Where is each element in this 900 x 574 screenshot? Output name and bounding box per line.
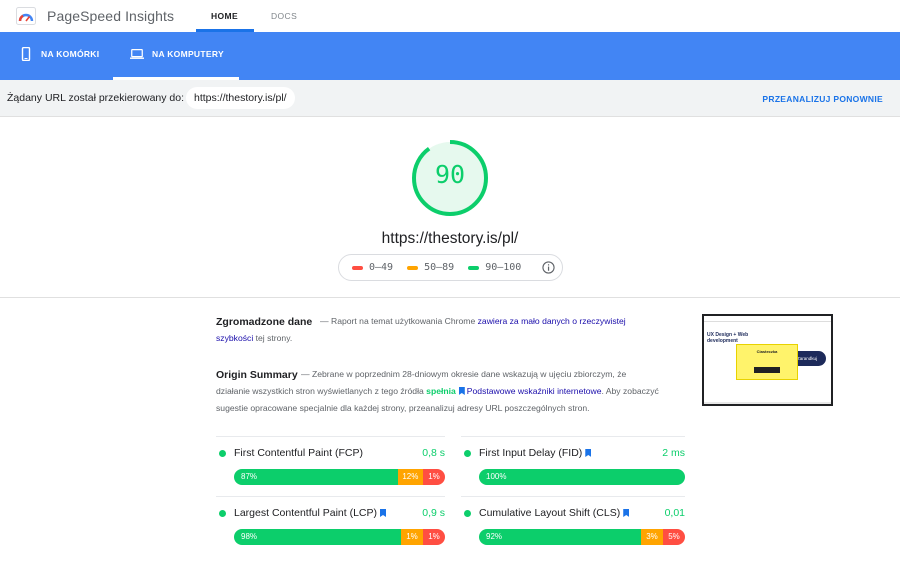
- legend-poor-swatch: [352, 265, 363, 270]
- thumb-navbar: [704, 316, 831, 322]
- origin-summary-text: — Zebrane w poprzednim 28-dniowym okresi…: [216, 366, 661, 417]
- good-status-dot: [464, 510, 471, 517]
- segment-good: 92%: [479, 529, 641, 545]
- legend-average-label: 50–89: [424, 262, 455, 273]
- page-screenshot-thumbnail: UX Design + Web development Zarandkuj Ci…: [702, 314, 833, 406]
- field-data-text: — Raport na temat użytkowania Chrome zaw…: [216, 313, 661, 347]
- origin-pass-status: spełnia: [426, 386, 456, 396]
- bookmark-flag-icon: [380, 509, 386, 517]
- top-bar: PageSpeed Insights HOME DOCS: [0, 0, 900, 32]
- tab-docs[interactable]: DOCS: [271, 11, 297, 21]
- tab-mobile-label: NA KOMÓRKI: [41, 49, 100, 59]
- metric-lcp: Largest Contentful Paint (LCP) 0,9 s 98%…: [216, 496, 445, 556]
- segment-average: 12%: [397, 469, 423, 485]
- tab-home[interactable]: HOME: [211, 11, 238, 21]
- analyzed-url: https://thestory.is/pl/: [381, 230, 519, 247]
- legend-poor: 0–49: [352, 262, 393, 273]
- bookmark-flag-icon: [458, 387, 465, 395]
- legend-good: 90–100: [468, 262, 521, 273]
- field-data-desc: — Raport na temat użytkowania Chrome: [320, 316, 476, 326]
- segment-good: 100%: [479, 469, 685, 485]
- good-status-dot: [464, 450, 471, 457]
- score-legend: 0–49 50–89 90–100: [338, 254, 563, 281]
- metric-name-text: Largest Contentful Paint (LCP): [234, 507, 377, 519]
- section-divider: [0, 297, 900, 298]
- metric-value: 0,9 s: [422, 507, 445, 519]
- distribution-bar: 98% 1% 1%: [234, 529, 445, 545]
- thumb-footer: [704, 402, 831, 404]
- app-title: PageSpeed Insights: [47, 8, 175, 24]
- laptop-icon: [130, 49, 144, 59]
- good-status-dot: [219, 510, 226, 517]
- segment-good: 87%: [234, 469, 398, 485]
- distribution-bar: 87% 12% 1%: [234, 469, 445, 485]
- thumb-cookie-popup: Ciasteczka: [736, 344, 798, 380]
- segment-poor: 1%: [422, 469, 445, 485]
- metric-cls: Cumulative Layout Shift (CLS) 0,01 92% 3…: [461, 496, 685, 556]
- legend-average-swatch: [407, 265, 419, 270]
- segment-good: 98%: [234, 529, 401, 545]
- field-data-desc-end: tej strony.: [255, 333, 293, 343]
- metric-name: Cumulative Layout Shift (CLS): [479, 507, 631, 519]
- redirect-label: Żądany URL został przekierowany do:: [7, 92, 185, 104]
- metric-name-text: First Input Delay (FID): [479, 447, 583, 459]
- thumb-popup-title: Ciasteczka: [756, 349, 778, 354]
- tab-mobile[interactable]: NA KOMÓRKI: [19, 47, 100, 80]
- distribution-bar: 100%: [479, 469, 685, 485]
- good-status-dot: [219, 450, 226, 457]
- segment-average: 3%: [641, 529, 663, 545]
- tab-desktop[interactable]: NA KOMPUTERY: [130, 49, 224, 80]
- distribution-bar: 92% 3% 5%: [479, 529, 685, 545]
- metric-value: 0,8 s: [422, 447, 445, 459]
- legend-good-label: 90–100: [485, 262, 522, 273]
- legend-poor-label: 0–49: [369, 262, 394, 273]
- bookmark-flag-icon: [585, 449, 592, 457]
- metric-name-text: Cumulative Layout Shift (CLS): [479, 507, 621, 519]
- segment-average: 1%: [401, 529, 423, 545]
- performance-score: 90: [434, 160, 466, 189]
- metric-name: First Contentful Paint (FCP): [234, 447, 363, 459]
- segment-poor: 1%: [423, 529, 445, 545]
- core-web-vitals-link[interactable]: Podstawowe wskaźniki internetowe: [467, 386, 602, 396]
- smartphone-icon: [21, 47, 31, 61]
- info-icon[interactable]: [542, 261, 555, 274]
- metric-value: 2 ms: [662, 447, 685, 459]
- metric-name: First Input Delay (FID): [479, 447, 593, 459]
- reanalyze-button[interactable]: PRZEANALIZUJ PONOWNIE: [762, 94, 883, 104]
- thumb-headline: UX Design + Web development: [707, 332, 749, 344]
- metric-name: Largest Contentful Paint (LCP): [234, 507, 388, 519]
- redirect-url-chip: https://thestory.is/pl/: [186, 87, 295, 109]
- thumb-popup-button: [754, 367, 780, 373]
- metric-fid: First Input Delay (FID) 2 ms 100%: [461, 436, 685, 496]
- legend-good-swatch: [468, 265, 480, 270]
- tab-desktop-label: NA KOMPUTERY: [152, 49, 224, 59]
- segment-poor: 5%: [663, 529, 685, 545]
- device-tabs-bar: NA KOMÓRKI NA KOMPUTERY: [0, 32, 900, 80]
- legend-average: 50–89: [407, 262, 454, 273]
- pagespeed-logo-icon[interactable]: [16, 7, 36, 25]
- bookmark-flag-icon: [623, 509, 630, 517]
- metric-fcp: First Contentful Paint (FCP) 0,8 s 87% 1…: [216, 436, 445, 496]
- url-bar: Żądany URL został przekierowany do: http…: [0, 80, 900, 117]
- metric-value: 0,01: [664, 507, 685, 519]
